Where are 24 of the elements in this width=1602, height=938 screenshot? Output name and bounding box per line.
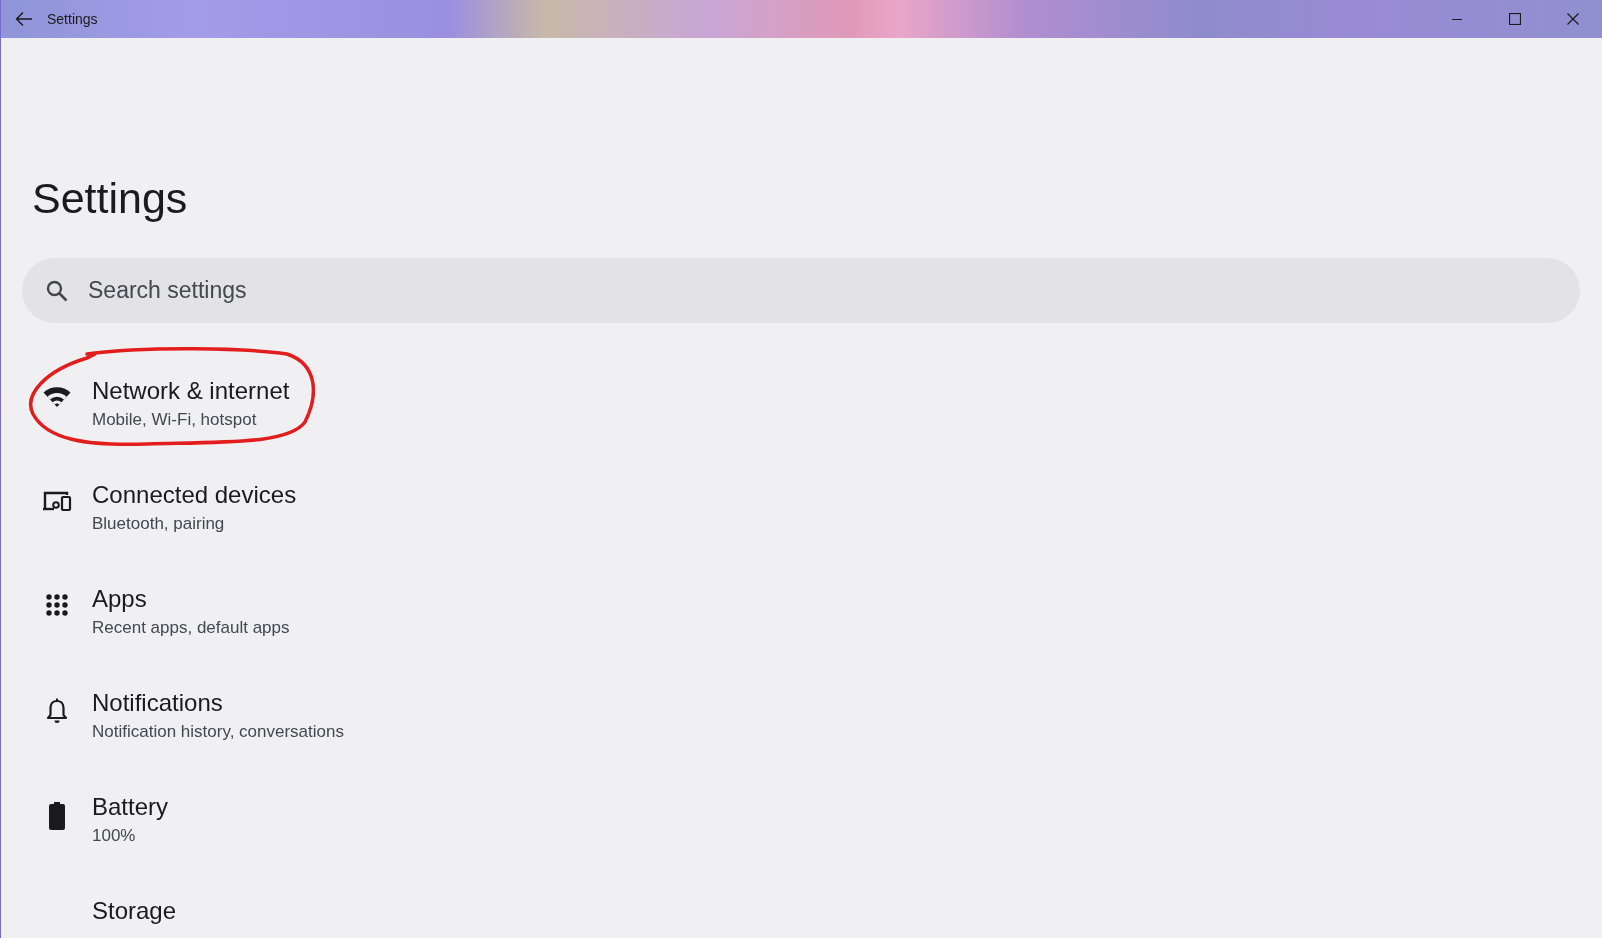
- setting-title[interactable]: Storage: [92, 896, 177, 926]
- wifi-icon: [43, 386, 71, 408]
- setting-summary: Bluetooth, pairing: [92, 513, 226, 535]
- search-bar[interactable]: Search settings: [22, 258, 1580, 323]
- bell-icon: [46, 698, 68, 724]
- devices-icon: [42, 490, 72, 512]
- apps-grid-icon: [46, 594, 68, 616]
- maximize-icon: [1509, 13, 1521, 25]
- setting-summary: Notification history, conversations: [92, 721, 344, 743]
- close-icon: [1567, 13, 1579, 25]
- battery-icon: [49, 802, 65, 830]
- setting-title[interactable]: Connected devices: [92, 480, 297, 510]
- setting-title[interactable]: Network & internet: [92, 376, 290, 406]
- setting-summary: Recent apps, default apps: [92, 617, 290, 639]
- search-icon: [46, 279, 68, 302]
- setting-summary: Mobile, Wi-Fi, hotspot: [92, 409, 258, 431]
- setting-title[interactable]: Battery: [92, 792, 169, 822]
- window-title: Settings: [47, 11, 98, 27]
- setting-summary: 100%: [92, 825, 137, 847]
- search-field[interactable]: Search settings: [86, 276, 1556, 305]
- back-arrow-icon: [15, 11, 33, 27]
- setting-title[interactable]: Apps: [92, 584, 290, 614]
- page-heading: Settings: [32, 173, 189, 224]
- setting-title[interactable]: Notifications: [92, 688, 344, 718]
